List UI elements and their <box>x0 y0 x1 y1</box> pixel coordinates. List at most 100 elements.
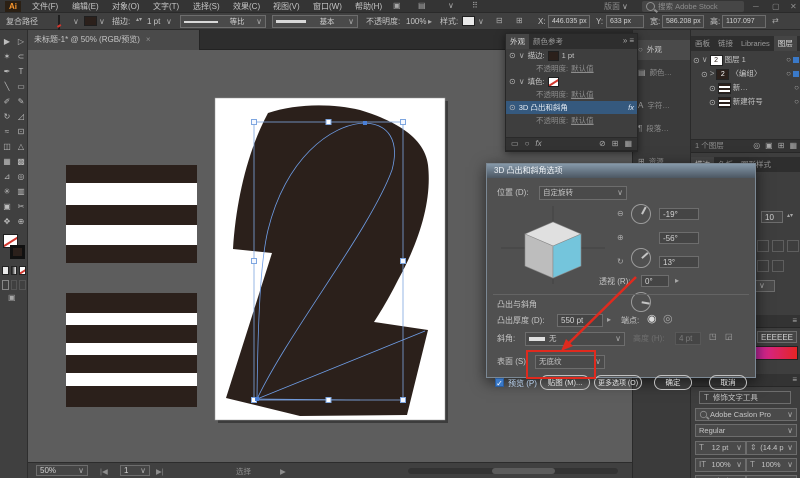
bevel-dropdown[interactable]: 无 ∨ <box>525 332 625 346</box>
document-layout-icon[interactable]: ▤ <box>418 2 426 10</box>
layer-row[interactable]: ⊙ ∨ 2 图层 1 ○ <box>691 53 800 67</box>
tool-slice[interactable]: ✂ <box>14 199 28 214</box>
menu-window[interactable]: 窗口(W) <box>313 3 342 11</box>
touch-type-button[interactable]: T 修饰文字工具 <box>699 391 791 404</box>
cap-hollow-icon[interactable]: ◎ <box>663 314 673 325</box>
stock-search-box[interactable]: 搜索 Adobe Stock <box>642 1 744 12</box>
tool-pencil[interactable]: ✎ <box>14 94 28 109</box>
layer-row[interactable]: ⊙ > 2 〈编组〉 ○ <box>691 67 800 81</box>
target-icon[interactable]: ○ <box>794 98 799 106</box>
make-mask-icon[interactable]: ▣ <box>765 142 773 150</box>
profile-dropdown[interactable]: ∨ <box>755 280 775 292</box>
rotate-x-field[interactable]: -19° <box>659 208 699 220</box>
screen-mode-icon[interactable]: ▣ <box>8 294 16 302</box>
tool-direct-selection[interactable]: ▷ <box>14 34 28 49</box>
style-chevron-icon[interactable]: ∨ <box>478 18 484 26</box>
rotate-x-dial[interactable] <box>631 204 651 224</box>
new-stroke-icon[interactable]: ▭ <box>511 140 519 148</box>
leading-field[interactable]: ⇕ (14.4 p ∨ <box>746 441 797 455</box>
tool-mesh[interactable]: ▦ <box>0 154 14 169</box>
tool-rotate[interactable]: ↻ <box>0 109 14 124</box>
tool-line-segment[interactable]: ╲ <box>0 79 14 94</box>
dialog-title-bar[interactable]: 3D 凸出和斜角选项 <box>487 164 755 178</box>
visibility-icon[interactable]: ⊙ <box>509 103 516 112</box>
artboard-nav-last-icon[interactable]: ▶| <box>156 468 164 476</box>
selection-indicator[interactable] <box>793 57 799 63</box>
cap-solid-icon[interactable]: ◉ <box>647 314 657 325</box>
tool-type[interactable]: T <box>14 64 28 79</box>
minimize-button[interactable]: ─ <box>753 3 759 11</box>
new-layer-icon[interactable]: ⊞ <box>778 142 785 150</box>
handle-top-right[interactable] <box>401 120 406 125</box>
visibility-icon[interactable]: ⊙ <box>509 51 516 60</box>
tool-eyedropper[interactable]: ⊿ <box>0 169 14 184</box>
expand-icon[interactable]: ∨ <box>519 78 525 86</box>
rotate-z-field[interactable]: 13° <box>659 256 699 268</box>
tool-column-graph[interactable]: ▥ <box>14 184 28 199</box>
artboard-number-dropdown[interactable]: 1 ∨ <box>120 465 150 476</box>
tab-color-guide[interactable]: 颜色参考 <box>529 34 567 49</box>
selection-indicator[interactable] <box>793 71 799 77</box>
appearance-row-opacity[interactable]: 不透明度: 默认值 <box>506 88 637 101</box>
x-field[interactable]: 446.035 px <box>548 15 590 28</box>
target-icon[interactable]: ○ <box>786 70 791 78</box>
panel-menu-icon[interactable]: ≡ <box>792 376 797 384</box>
striped-object-1[interactable] <box>66 165 197 263</box>
hex-field[interactable]: EEEEEE <box>757 331 797 343</box>
opacity-arrow-icon[interactable]: ▸ <box>428 18 432 26</box>
width-field[interactable]: 586.208 px <box>662 15 704 28</box>
workspace-chevron-icon[interactable]: ∨ <box>622 3 628 11</box>
align-icon[interactable]: ⊟ <box>496 17 503 25</box>
tool-rectangle[interactable]: ▭ <box>14 79 28 94</box>
constrain-icon[interactable]: ⇄ <box>772 17 779 25</box>
ok-button[interactable]: 确定 <box>654 375 692 390</box>
toolbar-stroke-swatch[interactable] <box>10 245 25 259</box>
layer-row[interactable]: ⊙ 新… ○ <box>691 81 800 95</box>
stroke-swatch[interactable] <box>548 51 559 61</box>
rotate-y-field[interactable]: -56° <box>659 232 699 244</box>
clear-appearance-icon[interactable]: ⊘ <box>599 140 606 148</box>
tool-pen[interactable]: ✒ <box>0 64 14 79</box>
position-dropdown[interactable]: 自定旋转 ∨ <box>539 186 627 200</box>
draw-mode-buttons[interactable] <box>2 280 26 289</box>
new-fill-icon[interactable]: ○ <box>525 140 530 148</box>
cancel-button[interactable]: 取消 <box>709 375 747 390</box>
striped-object-2[interactable] <box>66 293 197 407</box>
handle-top-left[interactable] <box>252 120 257 125</box>
appearance-row-stroke[interactable]: ⊙ ∨ 描边: 1 pt <box>506 49 637 62</box>
status-tool-readout[interactable]: 选择 <box>236 468 251 476</box>
handle-top-center[interactable] <box>326 120 331 125</box>
horizontal-scale-field[interactable]: T 100% ∨ <box>746 458 797 472</box>
maximize-button[interactable]: ▢ <box>772 3 780 11</box>
visibility-icon[interactable]: ⊙ <box>709 98 716 107</box>
rotate-z-dial[interactable] <box>631 292 651 312</box>
width-profile-dropdown[interactable]: 等比 ∨ <box>180 15 266 28</box>
tool-scale[interactable]: ◿ <box>14 109 28 124</box>
color-mode-buttons[interactable] <box>2 266 26 274</box>
cube-preview[interactable] <box>497 204 609 286</box>
more-options-button[interactable]: 更多选项 (O) <box>594 375 642 390</box>
menu-view[interactable]: 视图(V) <box>273 3 300 11</box>
preview-checkbox[interactable]: ✓ <box>495 378 504 387</box>
handle-mid-right[interactable] <box>401 259 406 264</box>
anchor-point[interactable] <box>363 121 367 125</box>
menu-type[interactable]: 文字(T) <box>153 3 179 11</box>
fill-chevron-icon[interactable]: ∨ <box>73 18 79 26</box>
delete-layer-icon[interactable]: ▦ <box>789 142 797 150</box>
panel-menu-icon[interactable]: ≡ <box>792 317 797 325</box>
visibility-icon[interactable]: ⊙ <box>693 56 700 65</box>
font-family-dropdown[interactable]: Adobe Caslon Pro ∨ <box>695 408 797 421</box>
style-swatch[interactable] <box>462 16 475 26</box>
menu-file[interactable]: 文件(F) <box>32 3 58 11</box>
stroke-weight-chevron-icon[interactable]: ∨ <box>166 18 172 26</box>
anchor-point[interactable] <box>255 397 259 401</box>
tab-links[interactable]: 链接 <box>714 36 737 51</box>
status-arrow-icon[interactable]: ▶ <box>280 468 286 476</box>
dock-item-color[interactable]: ▤ 颜色… <box>633 63 691 83</box>
appearance-row-3d-effect[interactable]: ⊙ 3D 凸出和斜角 fx <box>506 101 637 114</box>
tool-hand[interactable]: ✥ <box>0 214 14 229</box>
miter-limit-field[interactable]: 10 <box>761 211 783 223</box>
close-button[interactable]: ✕ <box>790 3 797 11</box>
depth-arrow-icon[interactable]: ▸ <box>607 316 611 324</box>
tool-gradient[interactable]: ▩ <box>14 154 28 169</box>
